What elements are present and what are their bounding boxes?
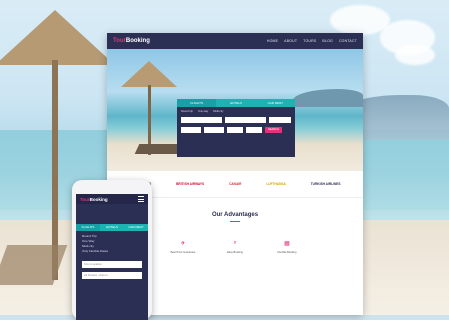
adults-field[interactable] [227, 127, 243, 133]
logo-text: Booking [125, 38, 150, 44]
brand-logo: BRITISH AIRWAYS [176, 182, 205, 186]
menu-item-blog[interactable]: BLOG [322, 39, 333, 43]
feature-text: Easy Booking [227, 251, 243, 254]
menu-item-tours[interactable]: TOURS [303, 39, 316, 43]
brand-logo: TURKISH AIRLINES [310, 182, 341, 186]
feature-text: Flexible Booking [277, 251, 297, 254]
hero-banner: FLIGHTS HOTELS CAR RENT Round trip One w… [107, 49, 363, 171]
menu-item-home[interactable]: HOME [267, 39, 278, 43]
phone-from-field[interactable]: From Location [82, 261, 142, 268]
brand-logo: LUFTHANSA [266, 182, 286, 186]
tab-car-rent[interactable]: CAR RENT [255, 99, 295, 107]
menu-item-about[interactable]: ABOUT [284, 39, 297, 43]
feature-item: ⌕ Easy Booking [220, 240, 250, 254]
tab-hotels[interactable]: HOTELS [216, 99, 256, 107]
tab-flights[interactable]: FLIGHTS [177, 99, 217, 107]
phone-airport-field[interactable]: Air Routes / Airport [82, 272, 142, 279]
menu-item-contact[interactable]: CONTACT [339, 39, 357, 43]
to-field[interactable] [225, 117, 267, 123]
search-icon: ⌕ [233, 240, 237, 246]
phone-screen: TourBooking FLIGHTS HOTELS CAR RENT Roun… [76, 194, 148, 320]
phone-navbar: TourBooking [76, 194, 148, 204]
search-button[interactable]: SEARCH [265, 127, 282, 133]
phone-mockup: TourBooking FLIGHTS HOTELS CAR RENT Roun… [72, 180, 152, 320]
children-field[interactable] [246, 127, 262, 133]
logo-text: Booking [89, 196, 108, 202]
feature-item: ▦ Flexible Booking [272, 240, 302, 254]
radio-multi-city[interactable]: Multi-city [213, 110, 223, 113]
phone-tab-hotels[interactable]: HOTELS [100, 224, 124, 231]
search-widget: FLIGHTS HOTELS CAR RENT Round trip One w… [177, 99, 295, 157]
calendar-icon: ▦ [284, 241, 290, 247]
title-divider [230, 221, 240, 222]
depart-field[interactable] [181, 127, 201, 133]
umbrella-graphic [0, 10, 115, 280]
feature-text: Best Price Guarantee [170, 251, 196, 254]
logo-accent: Tour [80, 196, 90, 202]
brand-logo: CANAIR [229, 182, 242, 186]
site-logo[interactable]: TourBooking [113, 38, 150, 44]
hamburger-menu-icon[interactable] [138, 196, 144, 202]
top-navbar: TourBooking HOME ABOUT TOURS BLOG CONTAC… [107, 33, 363, 49]
return-field[interactable] [204, 127, 224, 133]
check-flexible-dates[interactable]: Only Flexible Dates [82, 249, 142, 254]
radio-one-way[interactable]: One way [198, 110, 208, 113]
logo-accent: Tour [113, 38, 126, 44]
main-menu: HOME ABOUT TOURS BLOG CONTACT [267, 39, 357, 43]
phone-tab-flights[interactable]: FLIGHTS [76, 224, 100, 231]
radio-round-trip[interactable]: Round trip [181, 110, 193, 113]
phone-tab-car-rent[interactable]: CAR RENT [124, 224, 148, 231]
plane-icon: ✈ [180, 241, 186, 247]
phone-logo[interactable]: TourBooking [80, 197, 108, 202]
date-field[interactable] [269, 117, 291, 123]
from-field[interactable] [181, 117, 223, 123]
feature-item: ✈ Best Price Guarantee [168, 240, 198, 254]
